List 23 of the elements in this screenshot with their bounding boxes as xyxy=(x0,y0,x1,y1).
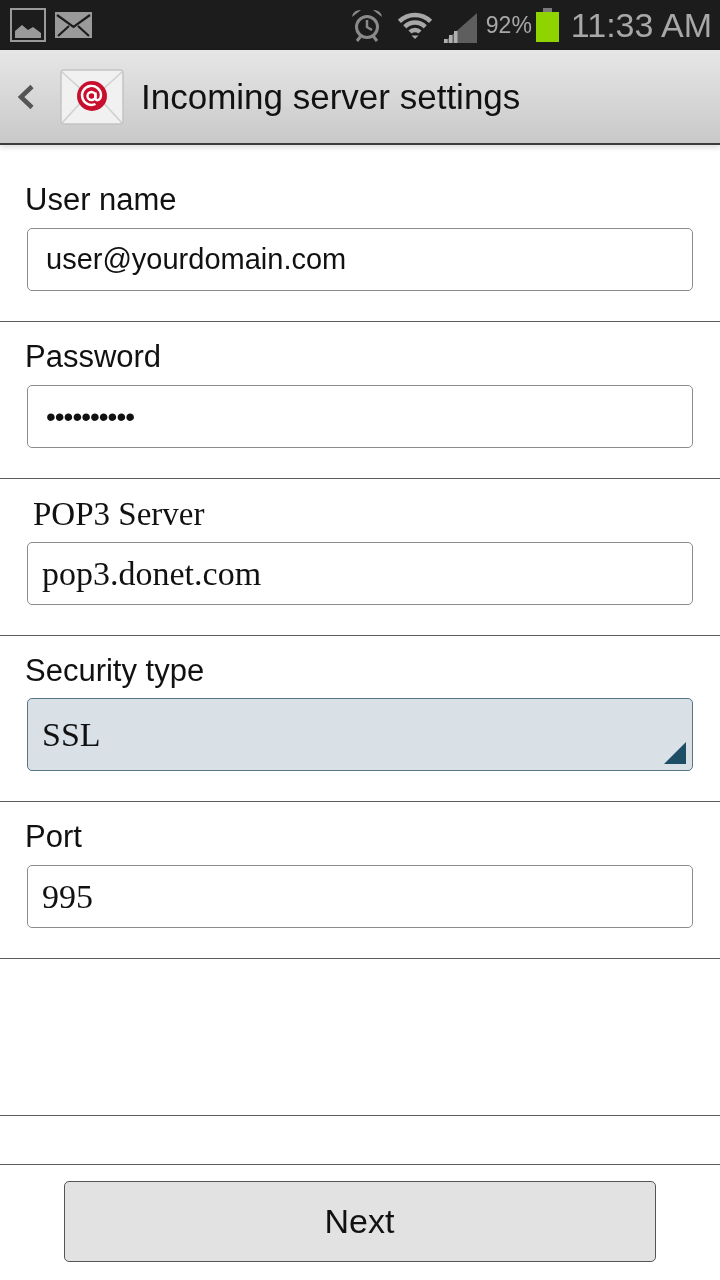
battery-percent: 92% xyxy=(485,13,532,37)
field-label: Password xyxy=(25,338,162,376)
signal-icon xyxy=(442,13,477,43)
battery-icon xyxy=(535,8,559,42)
input-field[interactable]: 995 xyxy=(27,865,693,928)
next-button[interactable]: Next xyxy=(63,1181,656,1262)
input-field[interactable]: user@yourdomain.com xyxy=(27,228,693,291)
field-label: POP3 Server xyxy=(32,495,205,533)
screen-title: Incoming server settings xyxy=(141,76,521,117)
input-field[interactable]: pop3.donet.com xyxy=(27,542,693,605)
back-icon[interactable] xyxy=(16,83,36,110)
dropdown[interactable]: SSL xyxy=(27,698,693,771)
field-label: Security type xyxy=(25,652,205,690)
picture-icon xyxy=(10,8,46,42)
clock-time: 11:33 AM xyxy=(570,8,712,42)
envelope-icon xyxy=(60,68,124,125)
envelope-icon xyxy=(55,12,92,38)
caret-icon xyxy=(664,742,686,764)
alarm-clock-icon xyxy=(350,8,383,42)
field-label: Port xyxy=(25,818,82,856)
password-field[interactable]: •••••••••• xyxy=(27,385,693,448)
wifi-icon xyxy=(396,10,433,40)
field-label: User name xyxy=(25,181,177,219)
